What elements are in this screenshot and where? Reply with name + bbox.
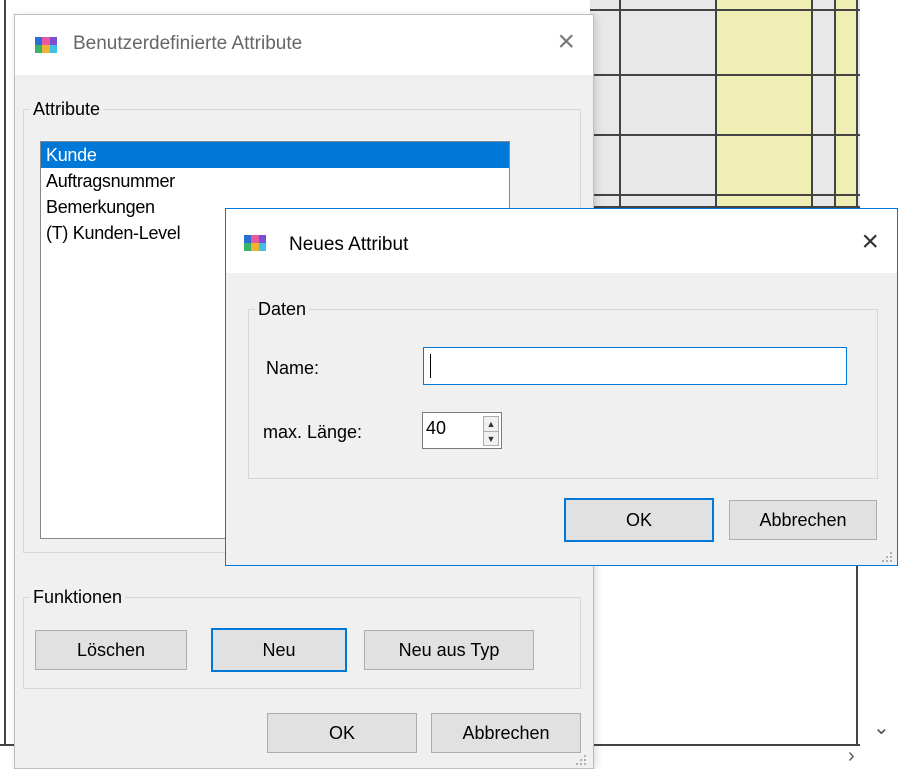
functions-group-label: Funktionen bbox=[33, 587, 123, 607]
text-caret bbox=[430, 354, 431, 378]
close-icon[interactable]: × bbox=[557, 27, 575, 57]
list-item[interactable]: Kunde bbox=[41, 142, 509, 168]
spin-up-icon[interactable]: ▲ bbox=[484, 417, 498, 431]
delete-button[interactable]: Löschen bbox=[35, 630, 187, 670]
window-title: Neues Attribut bbox=[289, 234, 409, 255]
close-icon[interactable]: × bbox=[861, 227, 879, 257]
max-length-value[interactable]: 40 bbox=[426, 418, 446, 439]
ok-button[interactable]: OK bbox=[564, 498, 714, 542]
cancel-button[interactable]: Abbrechen bbox=[431, 713, 581, 753]
title-bar: Neues Attribut × bbox=[226, 209, 897, 273]
new-from-type-button[interactable]: Neu aus Typ bbox=[364, 630, 534, 670]
resize-grip-icon[interactable] bbox=[575, 754, 587, 766]
title-bar: Benutzerdefinierte Attribute × bbox=[15, 15, 593, 75]
scroll-down-arrow[interactable]: ⌄ bbox=[873, 718, 890, 738]
spin-down-icon[interactable]: ▼ bbox=[484, 431, 498, 446]
new-attribute-dialog: Neues Attribut × Daten Name: max. Länge:… bbox=[225, 208, 898, 566]
ok-button[interactable]: OK bbox=[267, 713, 417, 753]
new-button[interactable]: Neu bbox=[211, 628, 347, 672]
max-length-stepper[interactable]: 40 ▲ ▼ bbox=[422, 412, 502, 449]
data-group: Daten bbox=[248, 299, 878, 479]
app-icon bbox=[35, 37, 57, 53]
name-input[interactable] bbox=[423, 347, 847, 385]
max-length-label: max. Länge: bbox=[263, 422, 363, 442]
attributes-group-label: Attribute bbox=[33, 99, 101, 119]
list-item[interactable]: Auftragsnummer bbox=[41, 168, 509, 194]
name-label: Name: bbox=[266, 358, 320, 378]
cancel-button[interactable]: Abbrechen bbox=[729, 500, 877, 540]
scroll-right-arrow[interactable]: › bbox=[848, 746, 855, 766]
data-group-label: Daten bbox=[258, 299, 307, 319]
app-icon bbox=[244, 235, 266, 251]
spin-buttons[interactable]: ▲ ▼ bbox=[483, 416, 499, 446]
resize-grip-icon[interactable] bbox=[881, 551, 893, 563]
window-title: Benutzerdefinierte Attribute bbox=[73, 33, 303, 54]
